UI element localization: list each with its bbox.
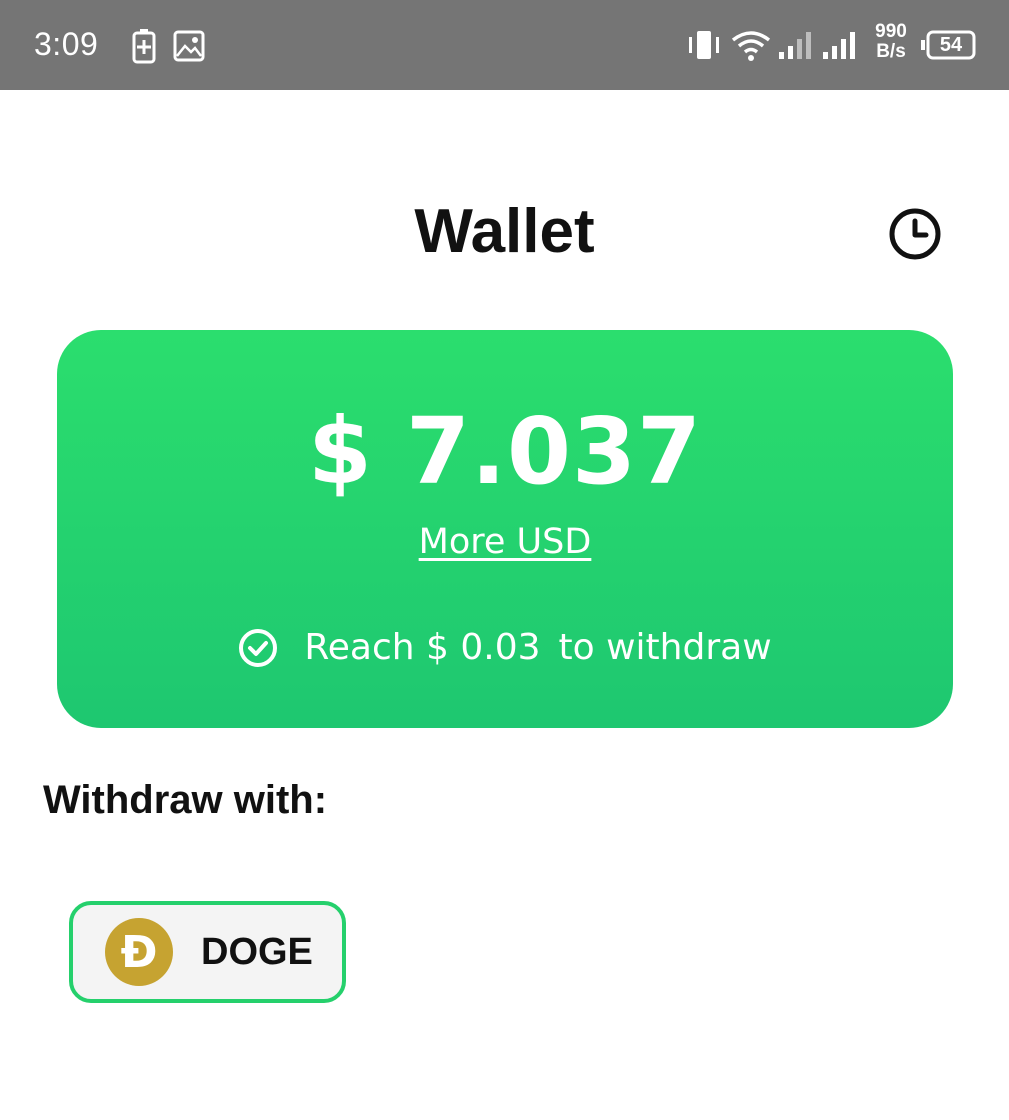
- network-speed-unit: B/s: [876, 41, 906, 62]
- doge-withdraw-button[interactable]: Ð DOGE: [69, 901, 346, 1003]
- battery-level: 54: [939, 34, 963, 56]
- status-time: 3:09: [34, 26, 99, 62]
- withdraw-threshold: Reach $ 0.03 to withdraw: [57, 627, 953, 668]
- doge-label: DOGE: [201, 930, 313, 973]
- threshold-suffix: to withdraw: [558, 627, 772, 668]
- withdraw-label: Withdraw with:: [43, 778, 328, 822]
- gallery-icon: [173, 30, 205, 62]
- battery-saver-icon: [132, 29, 156, 64]
- threshold-amount: Reach $ 0.03: [304, 627, 541, 668]
- signal-sim2-icon: [823, 32, 855, 59]
- page-title: Wallet: [414, 197, 595, 266]
- doge-coin-icon: Ð: [105, 918, 173, 986]
- vibrate-icon: [689, 31, 719, 59]
- network-speed-value: 990: [875, 21, 907, 42]
- wifi-icon: [731, 31, 771, 61]
- status-bar: 3:09 990 B/s 54: [0, 0, 1009, 90]
- battery-icon: 54: [920, 30, 976, 60]
- clock-icon[interactable]: [887, 206, 943, 262]
- network-speed: 990 B/s: [870, 22, 912, 62]
- check-circle-icon: [239, 628, 278, 667]
- signal-sim1-icon: [779, 32, 811, 59]
- more-usd-link[interactable]: More USD: [57, 522, 953, 562]
- balance-amount: $ 7.037: [307, 398, 703, 505]
- balance-card: $ 7.037 More USD Reach $ 0.03 to withdra…: [57, 330, 953, 728]
